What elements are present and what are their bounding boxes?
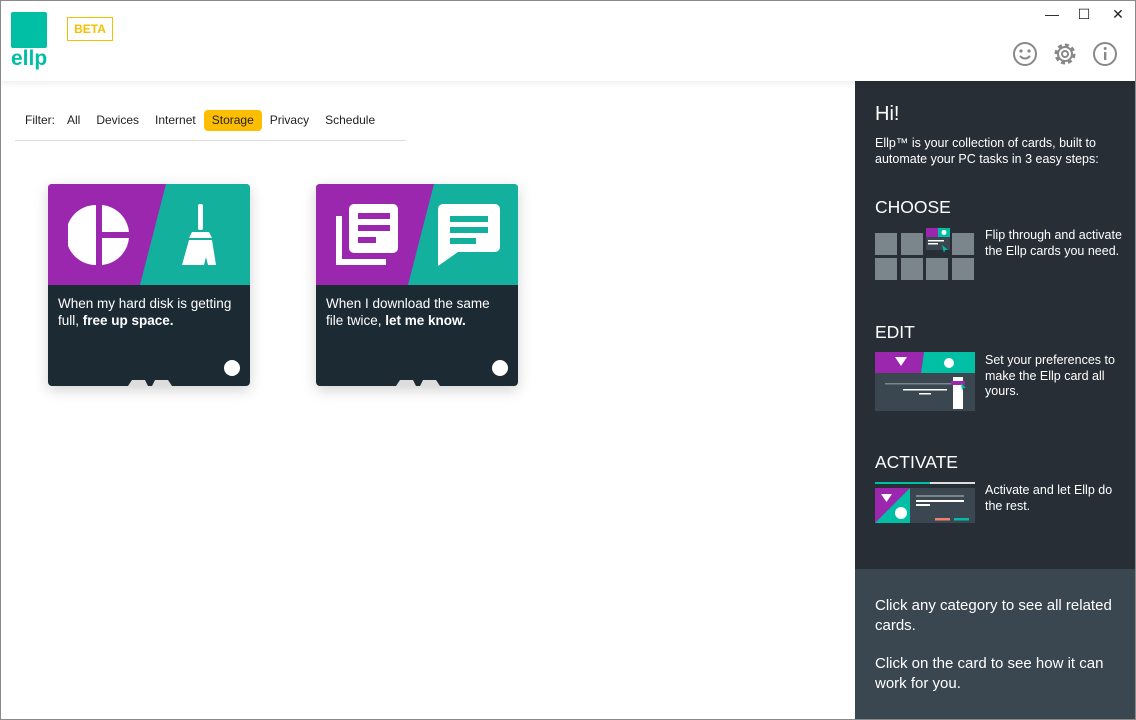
filter-internet[interactable]: Internet (147, 110, 204, 131)
filter-schedule[interactable]: Schedule (317, 110, 383, 131)
step-title: ACTIVATE (875, 452, 958, 472)
edit-illustration (875, 352, 975, 411)
close-button[interactable]: ✕ (1108, 6, 1128, 23)
filter-devices[interactable]: Devices (88, 110, 147, 131)
tips-panel: Click any category to see all related ca… (855, 569, 1136, 720)
message-icon (438, 204, 500, 266)
filter-bar: Filter: All Devices Internet Storage Pri… (15, 110, 406, 141)
filter-privacy[interactable]: Privacy (262, 110, 317, 131)
step-title: EDIT (875, 322, 915, 342)
filter-label: Filter: (25, 113, 55, 127)
beta-badge: BETA (67, 17, 113, 41)
intro-text: Ellp™ is your collection of cards, built… (875, 136, 1099, 166)
card-tabs (396, 380, 440, 386)
card-action: let me know. (385, 313, 466, 328)
toggle-dot[interactable] (224, 360, 240, 376)
step-title: CHOOSE (875, 197, 951, 217)
card-free-up-space[interactable]: When my hard disk is getting full, free … (48, 184, 250, 386)
help-sidebar: Hi! Ellp™ is your collection of cards, b… (855, 81, 1136, 569)
ellp-logo: ellp (11, 12, 47, 70)
filter-all[interactable]: All (59, 110, 88, 131)
minimize-button[interactable]: — (1042, 6, 1062, 22)
tip-category: Click any category to see all related ca… (875, 597, 1112, 634)
smiley-icon[interactable] (1011, 40, 1039, 68)
step-desc: Activate and let Ellp do the rest. (985, 483, 1113, 513)
card-action: free up space. (82, 313, 174, 328)
pie-chart-icon (68, 205, 129, 265)
filter-storage[interactable]: Storage (203, 110, 262, 131)
documents-icon (336, 204, 398, 265)
broom-icon (182, 204, 216, 265)
gear-icon[interactable] (1051, 40, 1079, 68)
step-desc: Flip through and activate the Ellp cards… (985, 228, 1122, 258)
card-duplicate-download[interactable]: When I download the same file twice, let… (316, 184, 518, 386)
choose-illustration (875, 228, 974, 280)
header: ellp BETA — ☐ ✕ (0, 0, 1136, 81)
maximize-button[interactable]: ☐ (1074, 6, 1094, 23)
tip-card: Click on the card to see how it can work… (875, 655, 1104, 692)
card-tabs (128, 380, 172, 386)
toggle-dot[interactable] (492, 360, 508, 376)
greeting: Hi! (875, 103, 900, 125)
info-icon[interactable] (1091, 40, 1119, 68)
step-desc: Set your preferences to make the Ellp ca… (985, 353, 1115, 398)
activate-illustration (875, 482, 975, 523)
